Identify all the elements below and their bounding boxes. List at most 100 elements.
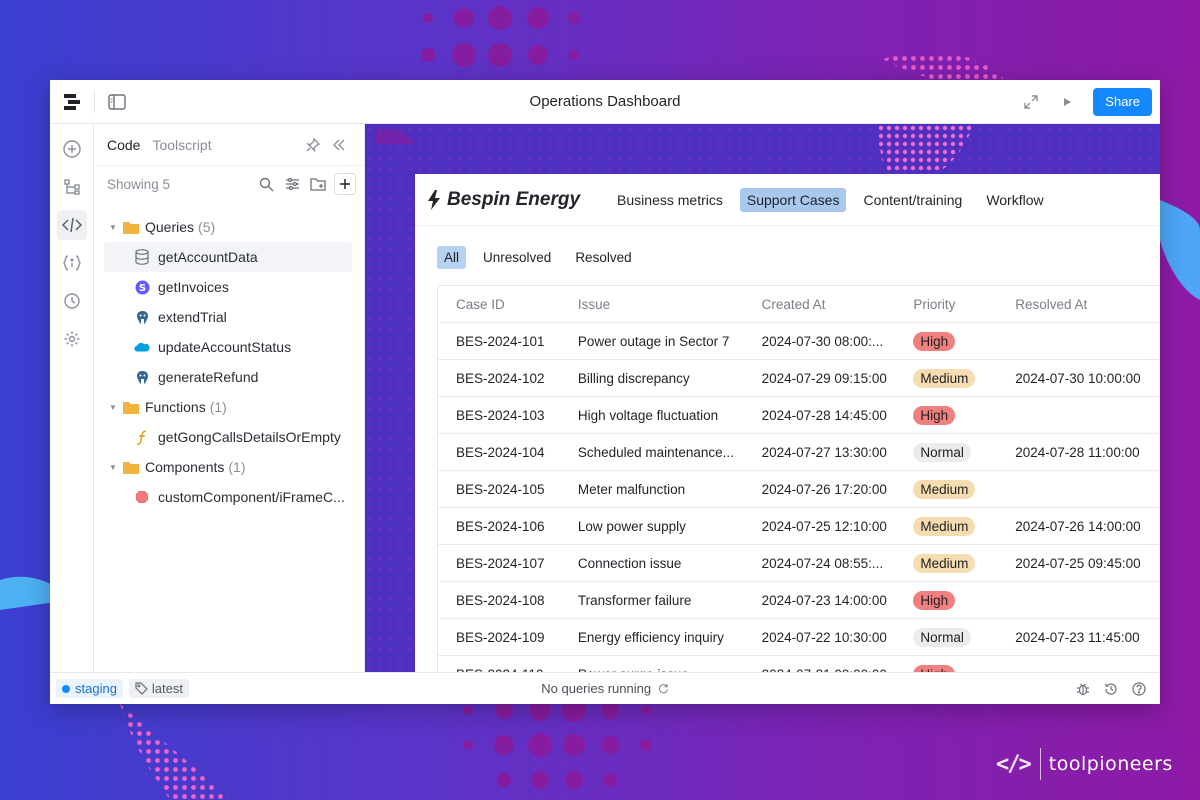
bug-icon[interactable] [1072,678,1094,700]
table-row[interactable]: BES-2024-104 Scheduled maintenance... 2024… [438,434,1160,471]
tab-code[interactable]: Code [107,137,140,153]
collapse-panel-icon[interactable] [326,132,352,158]
query-label: getAccountData [158,249,258,265]
query-label: updateAccountStatus [158,339,292,355]
table-row[interactable]: BES-2024-103 High voltage fluctuation 2024… [438,397,1160,434]
priority-cell: Medium [913,553,1015,573]
code-icon[interactable] [56,210,87,240]
folder-queries[interactable]: ▼ Queries (5) [94,212,364,242]
priority-badge: Medium [913,516,976,536]
table-row[interactable]: BES-2024-106 Low power supply 2024-07-25 1… [438,508,1160,545]
environment-label: staging [75,681,117,696]
query-item[interactable]: getAccountData [104,242,352,272]
case-id-cell: BES-2024-104 [456,444,545,460]
version-tag[interactable]: latest [128,679,189,698]
nav-content-training[interactable]: Content/training [856,188,969,212]
created-at-cell: 2024-07-29 09:15:00 [762,371,914,386]
new-folder-icon[interactable] [305,171,331,197]
issue-cell: Transformer failure [578,593,762,608]
filter-unresolved[interactable]: Unresolved [476,246,558,269]
help-icon[interactable] [1128,678,1150,700]
add-component-icon[interactable] [57,134,87,164]
column-header[interactable]: Resolved At [1015,297,1160,312]
postgres-icon [134,370,150,385]
priority-cell: Medium [913,368,1015,388]
created-at-cell-text: 2024-07-22 10:30:00 [761,629,887,645]
issue-cell: High voltage fluctuation [578,408,762,423]
environment-dot-icon [62,684,70,693]
tab-toolscript[interactable]: Toolscript [152,137,211,153]
component-item[interactable]: customComponent/iFrameC... [94,482,364,512]
nav-support-cases[interactable]: Support Cases [739,187,847,212]
nav-business-metrics[interactable]: Business metrics [610,188,730,212]
folder-components[interactable]: ▼ Components (1) [94,452,364,482]
play-icon[interactable] [1051,86,1083,118]
component-label: customComponent/iFrameC... [158,489,345,505]
created-at-cell-text: 2024-07-29 09:15:00 [761,370,887,386]
filter-resolved[interactable]: Resolved [568,246,638,269]
table-row[interactable]: BES-2024-101 Power outage in Sector 7 2024… [438,323,1160,360]
priority-badge: Normal [913,442,971,462]
function-item[interactable]: getGongCallsDetailsOrEmpty [94,422,364,452]
query-item[interactable]: S getInvoices [94,272,364,302]
stripe-icon: S [134,280,150,295]
table-body: BES-2024-101 Power outage in Sector 7 2024… [438,323,1160,672]
retool-logo-icon[interactable] [50,80,94,124]
column-header[interactable]: Case ID [438,297,578,312]
showing-count: Showing 5 [107,176,171,192]
expand-icon[interactable] [1015,86,1047,118]
environment-selector[interactable]: staging [56,679,123,698]
status-text: No queries running [541,681,652,696]
query-status: No queries running [50,681,1160,696]
created-at-cell: 2024-07-30 08:00:... [762,334,914,349]
column-header[interactable]: Priority [913,297,1015,312]
state-icon[interactable] [57,248,87,278]
add-query-plus-icon[interactable] [334,173,356,195]
table-row[interactable]: BES-2024-102 Billing discrepancy 2024-07-2… [438,360,1160,397]
search-icon[interactable] [253,171,279,197]
priority-badge: Normal [913,627,971,647]
folder-icon [123,401,139,414]
brand-divider [1039,748,1041,780]
bespin-brand: Bespin Energy [427,189,580,211]
folder-functions[interactable]: ▼ Functions (1) [94,392,364,422]
priority-cell: Medium [913,516,1015,536]
function-label: getGongCallsDetailsOrEmpty [158,429,341,445]
query-label: generateRefund [158,369,259,385]
query-item[interactable]: generateRefund [94,362,364,392]
query-label: extendTrial [158,309,227,325]
table-row[interactable]: BES-2024-105 Meter malfunction 2024-07-26 … [438,471,1160,508]
component-tree-icon[interactable] [57,172,87,202]
history-icon[interactable] [1100,678,1122,700]
table-row[interactable]: BES-2024-108 Transformer failure 2024-07-2… [438,582,1160,619]
table-header: Case ID Issue Created At Priority Resolv… [438,286,1160,323]
resolved-at-cell: 2024-07-28 11:00:00 [1015,444,1140,460]
brand-name: Bespin Energy [447,188,581,210]
nav-workflow[interactable]: Workflow [979,188,1050,212]
table-row[interactable]: BES-2024-109 Energy efficiency inquiry 202… [438,619,1160,656]
filter-all[interactable]: All [437,246,467,269]
toggle-sidebar-icon[interactable] [95,80,139,124]
folder-count: (1) [228,459,246,475]
issue-cell: Low power supply [578,519,762,534]
filter-sliders-icon[interactable] [279,171,305,197]
share-button[interactable]: Share [1093,87,1152,116]
table-row[interactable]: BES-2024-107 Connection issue 2024-07-24 0… [438,545,1160,582]
query-item[interactable]: updateAccountStatus [94,332,364,362]
history-icon[interactable] [57,286,87,316]
table-row[interactable]: BES-2024-110Power surge issue2024-07-21 … [438,656,1160,672]
pin-icon[interactable] [300,132,326,158]
query-item[interactable]: extendTrial [94,302,364,332]
case-id-cell: BES-2024-109 [456,629,545,645]
code-tree: ▼ Queries (5) getAccountData S getInvoic… [94,202,364,512]
code-brackets-icon: </> [996,751,1032,777]
issue-cell-text: Meter malfunction [577,481,686,497]
column-header[interactable]: Issue [578,297,762,312]
case-id-cell: BES-2024-107 [456,555,545,571]
settings-gear-icon[interactable] [57,324,87,354]
issue-cell-text: Low power supply [577,518,686,534]
bottom-actions [1072,678,1160,700]
column-header[interactable]: Created At [762,297,914,312]
priority-badge: High [913,331,956,351]
folder-label: Functions [145,399,206,415]
